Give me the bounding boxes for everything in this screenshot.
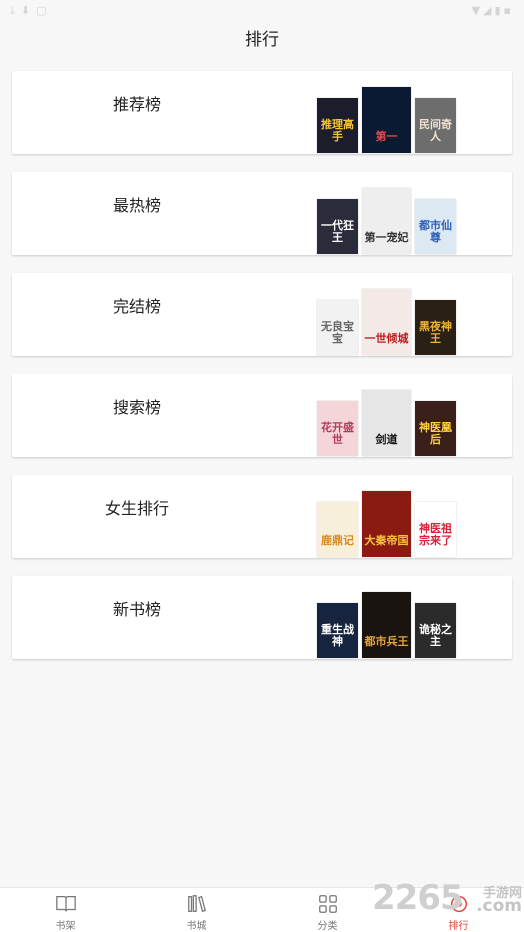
status-icons-right: ▼◢▮▪ <box>471 4 514 17</box>
ranking-card[interactable]: 推荐榜 推理高手 第一 民间奇人 <box>12 71 512 154</box>
ranking-list: 推荐榜 推理高手 第一 民间奇人 最热榜 一代狂王 第一宠妃 都市仙尊 完结榜 … <box>12 71 512 677</box>
ranking-card[interactable]: 完结榜 无良宝宝 一世倾城 黑夜神王 <box>12 273 512 356</box>
ranking-card-title: 新书榜 <box>112 600 161 619</box>
book-cover-title: 一世倾城 <box>364 332 409 345</box>
book-cover: 剑道 <box>362 390 411 456</box>
page-title: 排行 <box>245 30 279 50</box>
book-cover: 都市仙尊 <box>415 199 456 254</box>
book-cover: 无良宝宝 <box>317 300 358 355</box>
status-bar: ⤓⬇▢ ▼◢▮▪ <box>0 0 524 22</box>
book-cover-title: 神医祖宗来了 <box>419 522 452 547</box>
watermark-domain: .com <box>476 896 522 916</box>
book-cover-title: 都市兵王 <box>364 635 409 648</box>
book-cover-title: 一代狂王 <box>321 219 354 244</box>
book-cover: 重生战神 <box>317 603 358 658</box>
book-cover: 第一宠妃 <box>362 188 411 254</box>
book-cover: 大秦帝国 <box>362 491 411 557</box>
tab-label: 书架 <box>55 921 76 932</box>
book-open-icon <box>55 896 76 912</box>
ranking-card[interactable]: 新书榜 重生战神 都市兵王 诡秘之主 <box>12 576 512 659</box>
book-cover-title: 神医凰后 <box>419 421 452 446</box>
book-cover-title: 花开盛世 <box>321 421 354 446</box>
book-cover-title: 无良宝宝 <box>321 320 354 345</box>
book-cover-title: 第一 <box>375 130 398 143</box>
ranking-card[interactable]: 女生排行 鹿鼎记 大秦帝国 神医祖宗来了 <box>12 475 512 558</box>
site-watermark: 2265 手游网 .com <box>372 878 524 920</box>
book-cover-title: 推理高手 <box>321 118 354 143</box>
book-cover: 第一 <box>362 87 411 153</box>
grid-icon <box>318 895 337 913</box>
book-cover-title: 大秦帝国 <box>364 534 409 547</box>
tab-bookshelf[interactable]: 书架 <box>0 888 131 932</box>
watermark-number: 2265 <box>372 878 464 918</box>
book-cover: 花开盛世 <box>317 401 358 456</box>
book-cover-title: 重生战神 <box>321 623 354 648</box>
book-cover: 一世倾城 <box>362 289 411 355</box>
ranking-card-title: 最热榜 <box>112 196 161 215</box>
book-cover-title: 鹿鼎记 <box>321 534 354 547</box>
book-cover-title: 都市仙尊 <box>419 219 452 244</box>
book-cover: 黑夜神王 <box>415 300 456 355</box>
tab-label: 书城 <box>186 921 207 932</box>
book-cover: 民间奇人 <box>415 98 456 153</box>
tab-bookstore[interactable]: 书城 <box>131 888 262 932</box>
ranking-card-title: 完结榜 <box>112 297 161 316</box>
ranking-card[interactable]: 最热榜 一代狂王 第一宠妃 都市仙尊 <box>12 172 512 255</box>
book-cover: 神医祖宗来了 <box>415 502 456 557</box>
book-cover: 一代狂王 <box>317 199 358 254</box>
book-cover: 都市兵王 <box>362 592 411 658</box>
status-icons-left: ⤓⬇▢ <box>10 4 53 17</box>
ranking-card[interactable]: 搜索榜 花开盛世 剑道 神医凰后 <box>12 374 512 457</box>
book-cover-title: 诡秘之主 <box>419 623 452 648</box>
ranking-card-title: 女生排行 <box>104 499 169 518</box>
book-cover-title: 剑道 <box>375 433 398 446</box>
book-cover-title: 黑夜神王 <box>419 320 452 345</box>
book-cover: 诡秘之主 <box>415 603 456 658</box>
book-cover: 推理高手 <box>317 98 358 153</box>
bookshelf-icon <box>187 895 206 913</box>
ranking-card-title: 搜索榜 <box>112 398 161 417</box>
ranking-card-title: 推荐榜 <box>112 95 161 114</box>
book-cover-title: 民间奇人 <box>419 118 452 143</box>
book-cover-title: 第一宠妃 <box>364 231 409 244</box>
book-cover: 鹿鼎记 <box>317 502 358 557</box>
book-cover: 神医凰后 <box>415 401 456 456</box>
